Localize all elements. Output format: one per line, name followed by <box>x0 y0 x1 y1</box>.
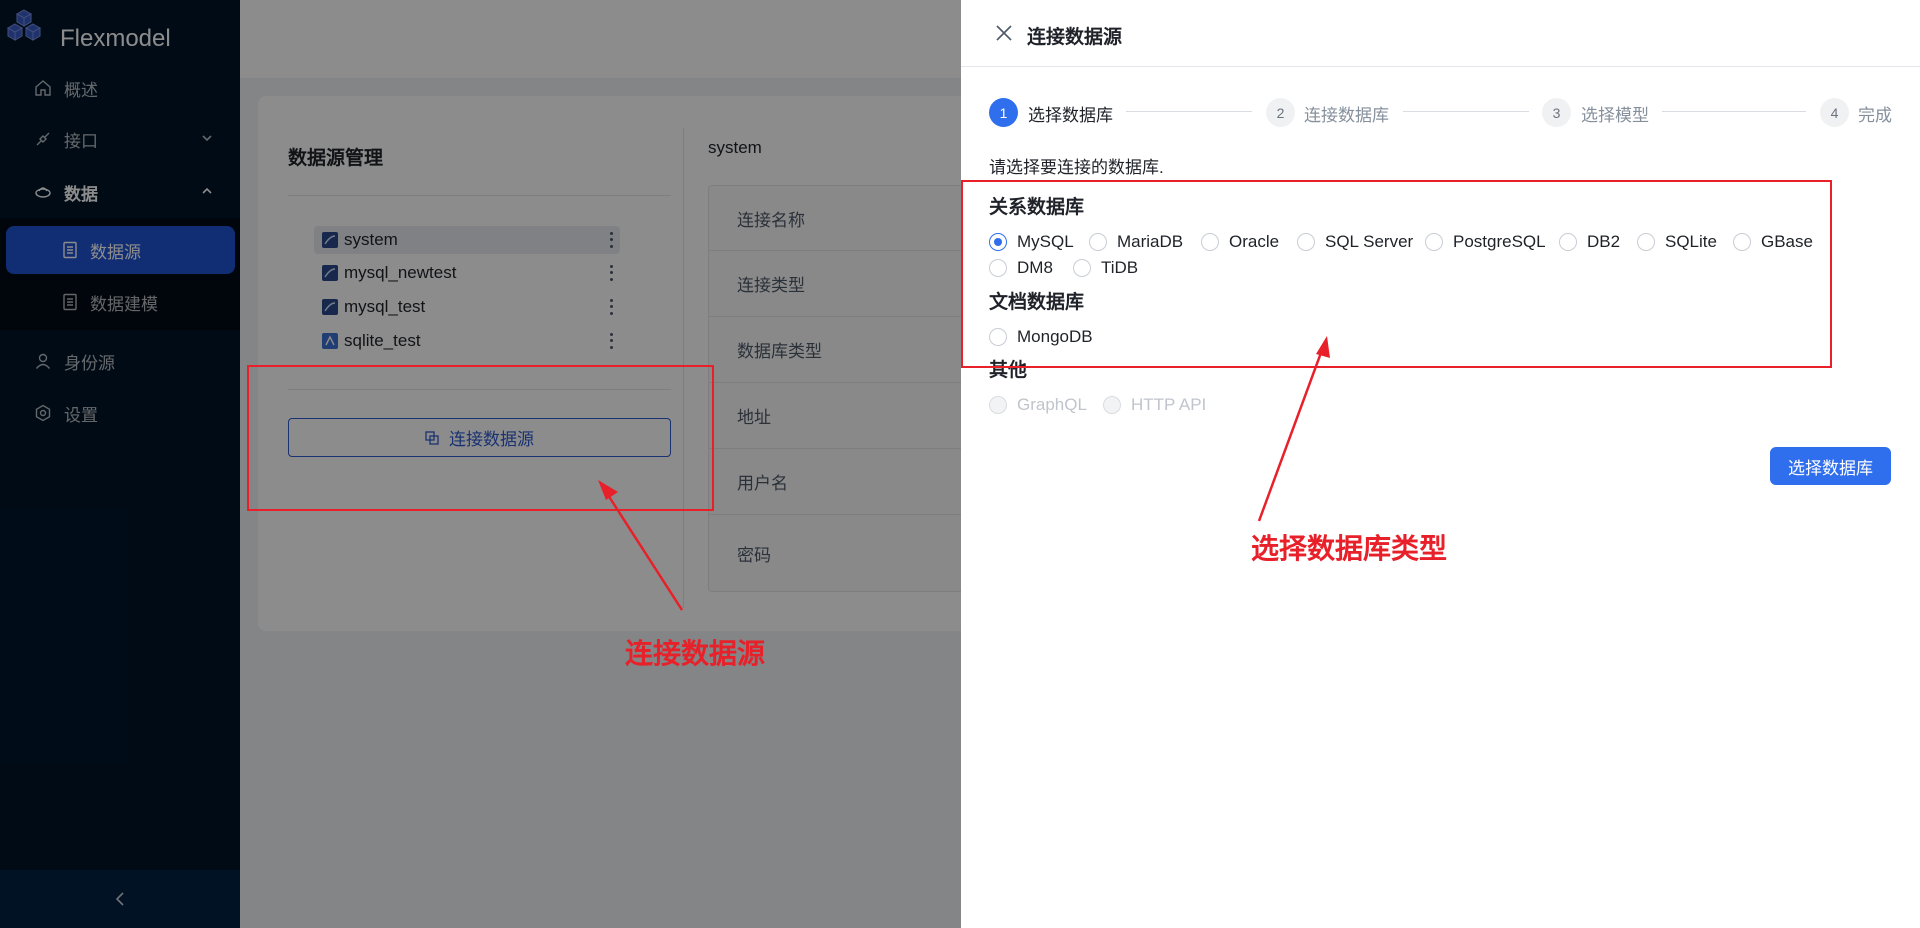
radio-dot <box>1103 396 1121 414</box>
drawer-title: 连接数据源 <box>1027 27 1123 48</box>
step-3-indicator: 3 <box>1542 98 1571 127</box>
radio-graphql: GraphQL <box>989 395 1087 415</box>
step-connector <box>1403 111 1529 112</box>
annotation-box-db-type <box>961 180 1832 368</box>
step-1-label: 选择数据库 <box>1028 106 1113 125</box>
step-3-label: 选择模型 <box>1581 106 1649 125</box>
close-icon[interactable] <box>995 24 1013 42</box>
annotation-label-connect: 连接数据源 <box>625 638 766 669</box>
annotation-label-db-type: 选择数据库类型 <box>1251 533 1448 564</box>
step-connector <box>1662 111 1806 112</box>
radio-dot <box>989 396 1007 414</box>
select-db-prompt: 请选择要连接的数据库. <box>989 158 1164 177</box>
drawer-header: 连接数据源 <box>961 0 1920 67</box>
step-4-indicator: 4 <box>1820 98 1849 127</box>
step-connector <box>1126 111 1252 112</box>
select-database-button[interactable]: 选择数据库 <box>1770 447 1891 485</box>
step-1-indicator: 1 <box>989 98 1018 127</box>
step-4-label: 完成 <box>1858 106 1892 125</box>
step-2-indicator: 2 <box>1266 98 1295 127</box>
annotation-box-connect <box>247 365 714 511</box>
step-2-label: 连接数据库 <box>1304 106 1389 125</box>
radio-http-api: HTTP API <box>1103 395 1206 415</box>
